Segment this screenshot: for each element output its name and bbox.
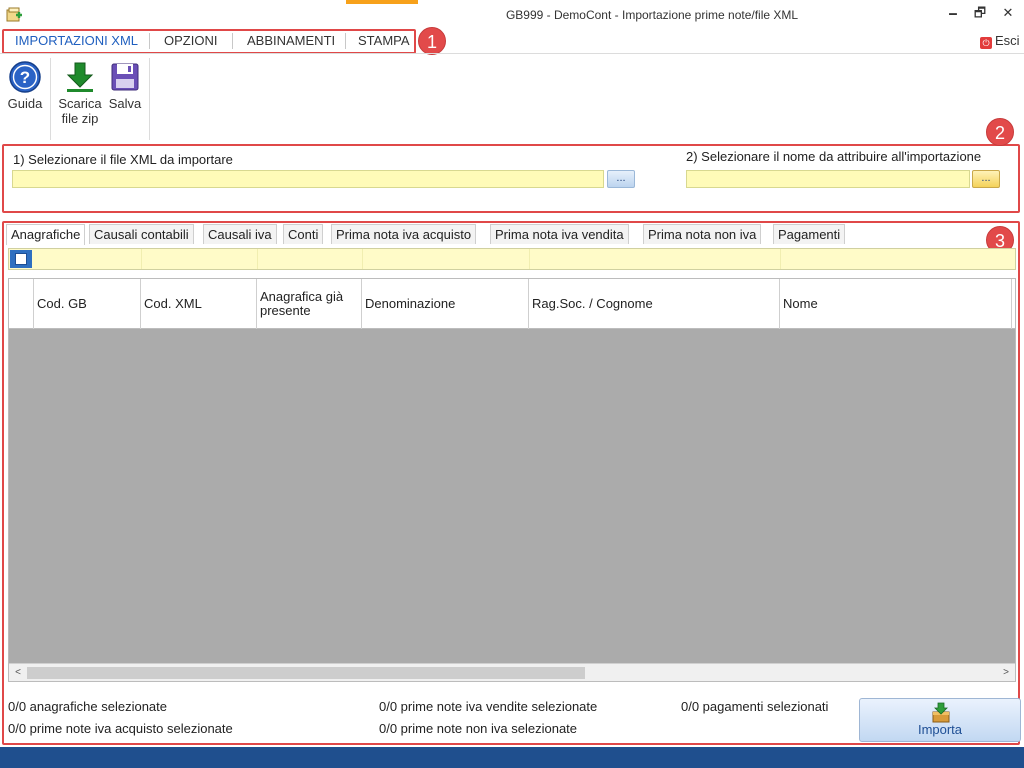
column-header-nome[interactable]: Nome: [780, 279, 1012, 329]
annotation-badge-2: 2: [986, 118, 1014, 146]
status-pagamenti: 0/0 pagamenti selezionati: [681, 699, 829, 714]
select-all-checkbox[interactable]: [10, 250, 32, 268]
tab-anagrafiche[interactable]: Anagrafiche: [6, 224, 86, 245]
download-icon: [66, 62, 94, 92]
tab-prima-nota-non-iva[interactable]: Prima nota non iva: [643, 224, 762, 244]
salva-label: Salva: [108, 96, 142, 111]
column-header-cod-xml[interactable]: Cod. XML: [141, 279, 257, 329]
tab-causali-contabili[interactable]: Causali contabili: [89, 224, 194, 244]
tab-prima-nota-iva-acquisto[interactable]: Prima nota iva acquisto: [331, 224, 477, 244]
grid-header: Cod. GB Cod. XML Anagrafica già presente…: [9, 279, 1015, 329]
horizontal-scrollbar[interactable]: < >: [9, 663, 1015, 681]
tab-prima-nota-iva-vendita[interactable]: Prima nota iva vendita: [490, 224, 629, 244]
guida-label: Guida: [7, 96, 43, 111]
scarica-label-line2: file zip: [61, 111, 99, 126]
importa-label: Importa: [917, 722, 963, 737]
filter-nome[interactable]: [780, 249, 1015, 269]
exit-button[interactable]: ⏻ Esci: [980, 33, 1020, 49]
importa-button[interactable]: Importa: [859, 698, 1021, 742]
file-xml-browse-button[interactable]: ...: [607, 170, 635, 188]
guida-button[interactable]: ? Guida: [5, 61, 45, 111]
tab-conti[interactable]: Conti: [283, 224, 324, 244]
checkbox-box: [15, 253, 27, 265]
filter-anagrafica-presente[interactable]: [257, 249, 362, 269]
filter-denominazione[interactable]: [362, 249, 529, 269]
tab-causali-iva[interactable]: Causali iva: [203, 224, 277, 244]
power-icon: ⏻: [980, 37, 992, 49]
scrollbar-thumb[interactable]: [27, 667, 585, 679]
minimize-button[interactable]: 🗕: [941, 4, 965, 24]
exit-label: Esci: [995, 33, 1020, 48]
file-xml-input[interactable]: [12, 170, 604, 188]
ribbon-separator: [50, 58, 51, 140]
filter-ragsoc-cognome[interactable]: [529, 249, 780, 269]
column-header-denominazione[interactable]: Denominazione: [362, 279, 529, 329]
title-bar: GB999 - DemoCont - Importazione prime no…: [0, 0, 1024, 30]
status-acquisto: 0/0 prime note iva acquisto selezionate: [8, 721, 233, 736]
status-anagrafiche: 0/0 anagrafiche selezionate: [8, 699, 168, 714]
column-header-ragsoc-cognome[interactable]: Rag.Soc. / Cognome: [529, 279, 780, 329]
status-non-iva: 0/0 prime note non iva selezionate: [379, 721, 578, 736]
status-vendite: 0/0 prime note iva vendite selezionate: [379, 699, 598, 714]
svg-text:?: ?: [20, 68, 30, 87]
app-window: GB999 - DemoCont - Importazione prime no…: [0, 0, 1024, 768]
floppy-disk-icon: [111, 63, 139, 91]
annotation-box-1: [2, 29, 416, 54]
import-box-icon: [932, 702, 950, 723]
maximize-button[interactable]: 🗗: [968, 4, 992, 24]
filter-cod-xml[interactable]: [141, 249, 257, 269]
column-header-cod-gb[interactable]: Cod. GB: [34, 279, 141, 329]
bottom-status-bar: [0, 747, 1024, 768]
import-name-input[interactable]: [686, 170, 970, 188]
scarica-label-line1: Scarica: [58, 96, 102, 111]
row-indicator-header: [9, 279, 34, 329]
ribbon-separator: [149, 58, 150, 140]
scroll-right-arrow-icon[interactable]: >: [997, 664, 1015, 682]
scarica-file-zip-button[interactable]: Scarica file zip: [55, 61, 105, 126]
scroll-left-arrow-icon[interactable]: <: [9, 664, 27, 682]
data-grid: Cod. GB Cod. XML Anagrafica già presente…: [8, 278, 1016, 682]
window-title: GB999 - DemoCont - Importazione prime no…: [505, 8, 799, 22]
file-xml-label: 1) Selezionare il file XML da importare: [13, 152, 233, 167]
tab-pagamenti[interactable]: Pagamenti: [773, 224, 846, 244]
close-button[interactable]: ✕: [996, 4, 1020, 24]
help-icon: ?: [9, 61, 41, 93]
ribbon-toolbar: [0, 53, 1024, 143]
import-name-browse-button[interactable]: ...: [972, 170, 1000, 188]
annotation-badge-1: 1: [418, 27, 446, 55]
salva-button[interactable]: Salva: [106, 61, 144, 111]
orange-accent-strip: [346, 0, 418, 4]
column-header-anagrafica-presente[interactable]: Anagrafica già presente: [257, 279, 362, 329]
filter-row: [8, 248, 1016, 270]
import-name-label: 2) Selezionare il nome da attribuire all…: [686, 149, 982, 164]
